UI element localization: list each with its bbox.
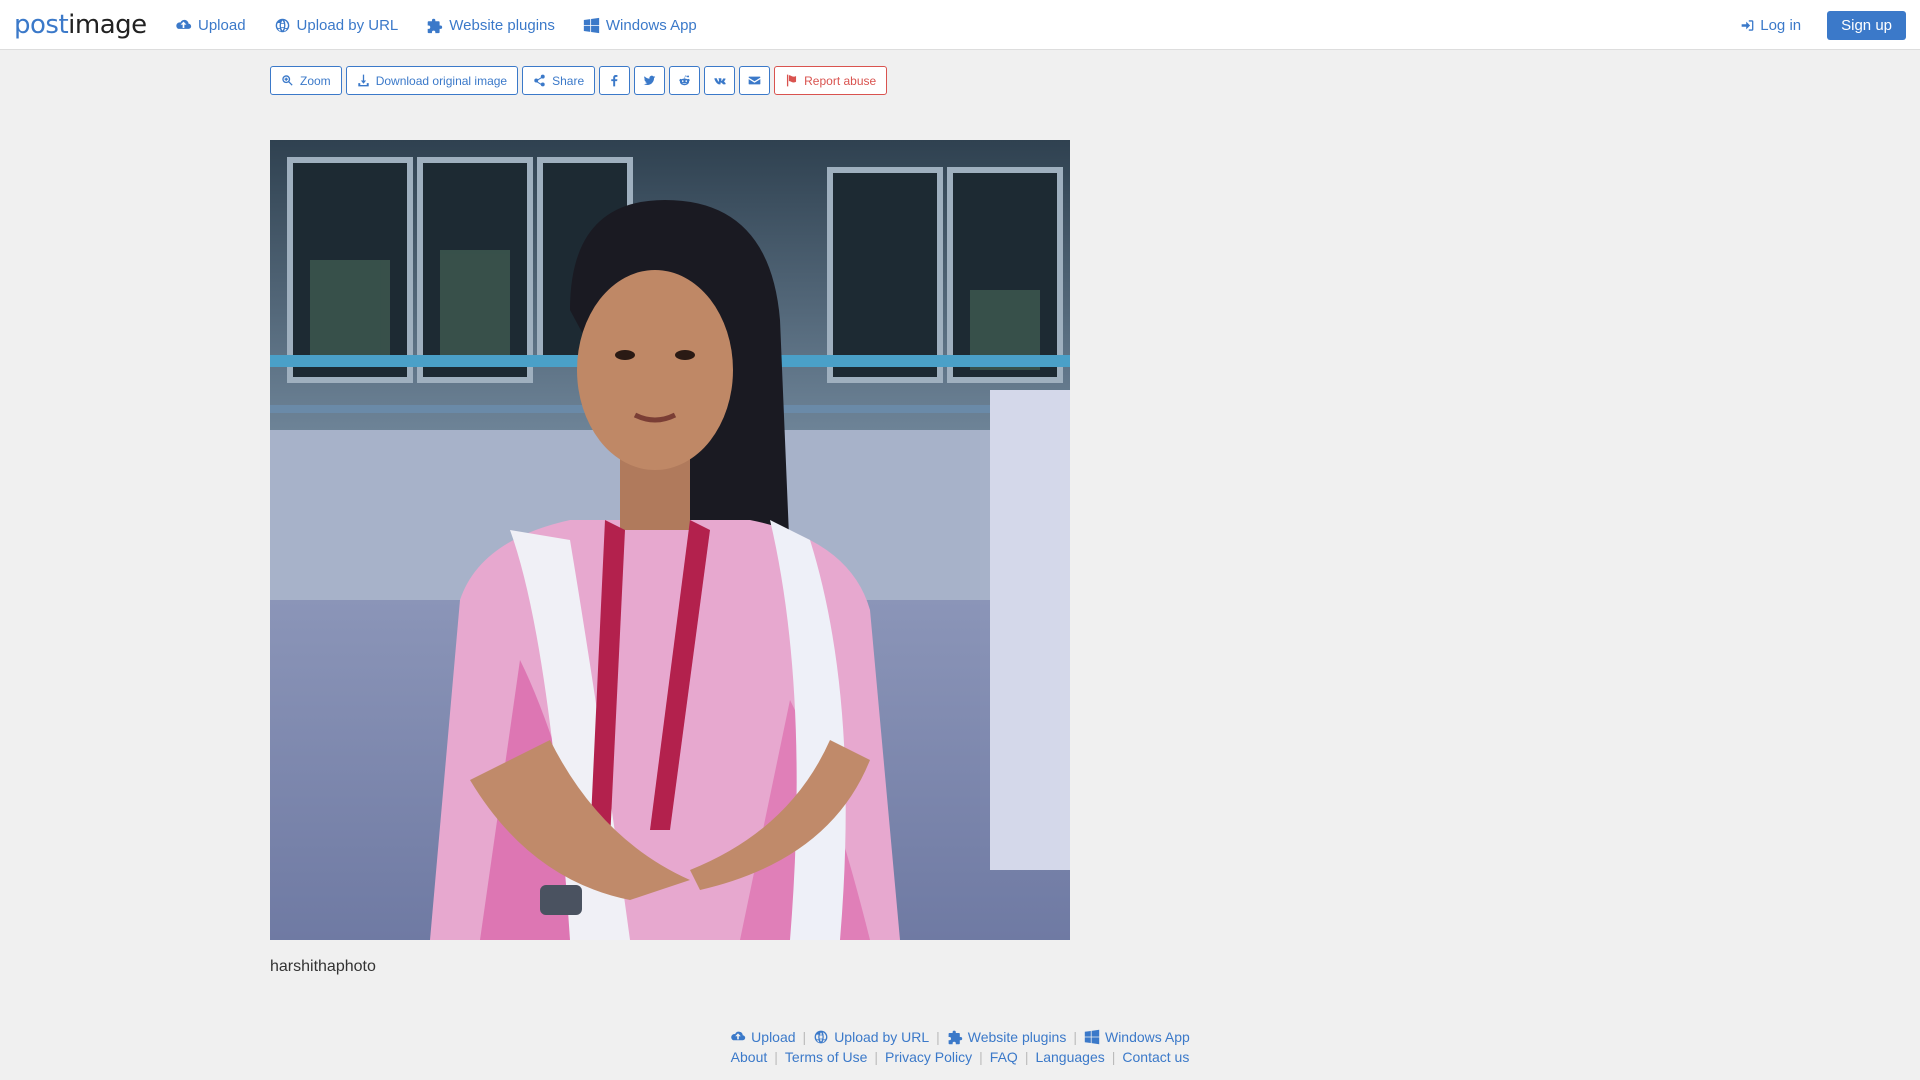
logo-text-post: post — [14, 10, 69, 40]
vk-icon — [714, 78, 726, 85]
uploaded-photo[interactable] — [270, 140, 1070, 940]
footer-privacy-link[interactable]: Privacy Policy — [885, 1049, 972, 1065]
footer-windows-app-label: Windows App — [1104, 1029, 1190, 1045]
windows-icon — [1084, 1029, 1100, 1045]
signup-button[interactable]: Sign up — [1827, 10, 1906, 40]
footer-separator: | — [979, 1049, 983, 1065]
footer-upload-label: Upload — [751, 1029, 796, 1045]
postimage-logo[interactable]: postimage — [14, 8, 147, 42]
footer-terms-link[interactable]: Terms of Use — [785, 1049, 867, 1065]
zoom-label: Zoom — [300, 73, 331, 88]
share-label: Share — [552, 73, 585, 88]
sign-in-icon — [1741, 19, 1754, 31]
footer-row-secondary: About | Terms of Use | Privacy Policy | … — [0, 1047, 1920, 1067]
download-label: Download original image — [375, 73, 508, 88]
report-abuse-label: Report abuse — [804, 73, 877, 88]
report-abuse-button[interactable]: Report abuse — [774, 66, 888, 95]
footer-upload-link[interactable]: Upload — [730, 1029, 796, 1045]
footer-separator: | — [774, 1049, 778, 1065]
footer-website-plugins-label: Website plugins — [967, 1029, 1067, 1045]
nav-upload-label: Upload — [198, 16, 246, 34]
image-toolbar: Zoom Download original image Share Repor… — [270, 66, 888, 95]
footer-upload-by-url-label: Upload by URL — [834, 1029, 930, 1045]
nav-windows-app[interactable]: Windows App — [583, 17, 697, 34]
image-caption: harshithaphoto — [270, 958, 376, 975]
windows-icon — [583, 17, 600, 33]
footer-windows-app-link[interactable]: Windows App — [1084, 1029, 1190, 1045]
photo-illustration — [270, 140, 1070, 940]
globe-icon — [814, 1030, 828, 1044]
cloud-upload-icon — [176, 19, 192, 29]
twitter-icon — [643, 75, 656, 86]
footer-separator: | — [874, 1049, 879, 1065]
footer-separator: | — [802, 1029, 807, 1045]
footer: Upload | Upload by URL | Website plugins… — [0, 1027, 1920, 1067]
zoom-icon — [282, 75, 293, 86]
login-link[interactable]: Log in — [1741, 17, 1801, 34]
footer-languages-link[interactable]: Languages — [1035, 1049, 1104, 1065]
nav-website-plugins-label: Website plugins — [449, 16, 555, 34]
nav-upload-by-url[interactable]: Upload by URL — [274, 16, 399, 34]
download-original-button[interactable]: Download original image — [345, 66, 519, 95]
logo-text-image: image — [68, 10, 147, 40]
top-navbar: postimage Upload Upload by URL Website p… — [0, 0, 1920, 50]
login-label: Log in — [1760, 16, 1802, 34]
footer-about-link[interactable]: About — [731, 1049, 768, 1065]
footer-faq-link[interactable]: FAQ — [990, 1049, 1018, 1065]
nav-upload-by-url-label: Upload by URL — [296, 16, 399, 34]
footer-website-plugins-link[interactable]: Website plugins — [947, 1029, 1067, 1045]
envelope-icon — [748, 76, 761, 85]
nav-windows-app-label: Windows App — [605, 16, 697, 34]
account-nav: Log in Sign up — [1741, 0, 1906, 50]
puzzle-icon — [427, 18, 443, 33]
footer-separator: | — [1073, 1029, 1077, 1045]
footer-separator: | — [1111, 1049, 1116, 1065]
cloud-upload-icon — [731, 1031, 746, 1041]
nav-upload[interactable]: Upload — [175, 17, 246, 34]
facebook-share-button[interactable] — [599, 66, 631, 95]
footer-row-primary: Upload | Upload by URL | Website plugins… — [0, 1027, 1920, 1047]
footer-separator: | — [936, 1029, 940, 1045]
email-share-button[interactable] — [739, 66, 771, 95]
reddit-icon — [679, 75, 690, 86]
reddit-share-button[interactable] — [669, 66, 701, 95]
puzzle-icon — [948, 1030, 962, 1045]
flag-icon — [787, 74, 797, 87]
nav-website-plugins[interactable]: Website plugins — [426, 17, 555, 34]
share-icon — [534, 74, 545, 87]
globe-icon — [275, 18, 289, 32]
vk-share-button[interactable] — [704, 66, 736, 95]
footer-contact-link[interactable]: Contact us — [1122, 1049, 1189, 1065]
main-nav: Upload Upload by URL Website plugins Win… — [175, 0, 697, 50]
footer-upload-by-url-link[interactable]: Upload by URL — [813, 1029, 929, 1045]
footer-separator: | — [1024, 1049, 1029, 1065]
download-icon — [357, 74, 369, 87]
zoom-button[interactable]: Zoom — [270, 66, 342, 95]
twitter-share-button[interactable] — [634, 66, 666, 95]
facebook-icon — [611, 74, 618, 87]
share-button[interactable]: Share — [522, 66, 596, 95]
